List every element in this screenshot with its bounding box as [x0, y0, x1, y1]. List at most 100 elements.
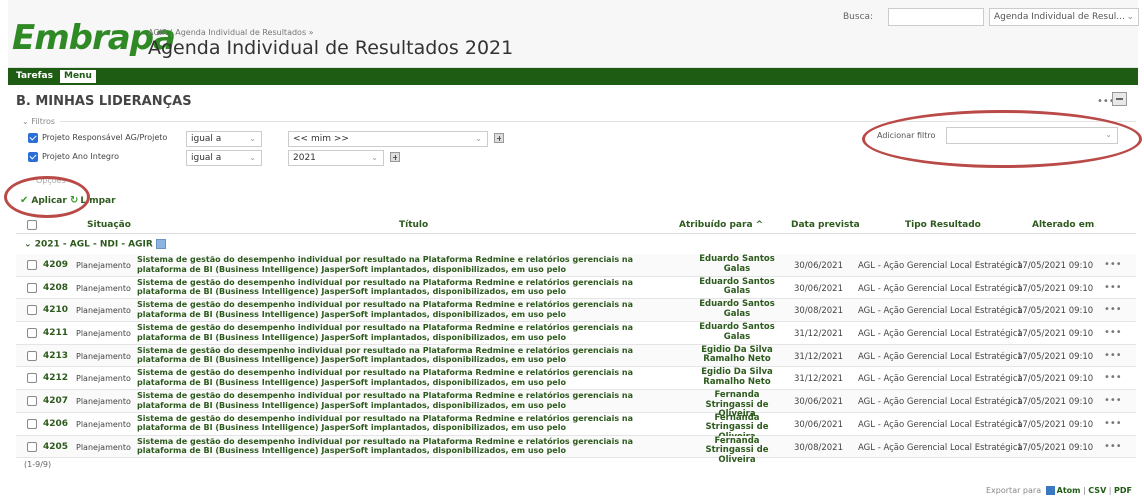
- export-label: Exportar para: [986, 486, 1042, 495]
- filter-ano-value[interactable]: 2021 ⌄: [288, 150, 384, 166]
- col-alterado-em[interactable]: Alterado em: [1032, 220, 1094, 230]
- row-checkbox[interactable]: [27, 441, 37, 452]
- table-row[interactable]: 4205 Planejamento Sistema de gestão do des…: [16, 435, 1136, 464]
- table-row[interactable]: 4206 Planejamento Sistema de gestão do des…: [16, 413, 1136, 441]
- row-actions-icon[interactable]: •••: [1104, 372, 1122, 383]
- tab-tarefas[interactable]: Tarefas: [12, 70, 57, 83]
- filters-legend[interactable]: ⌄ Filtros: [22, 117, 55, 126]
- task-result-type: AGL - Ação Gerencial Local Estratégica: [858, 419, 1023, 430]
- filter-responsavel-operator[interactable]: igual a ⌄: [186, 131, 262, 147]
- task-title-link[interactable]: Sistema de gestão do desempenho individu…: [137, 300, 647, 319]
- add-value-icon[interactable]: [494, 133, 504, 143]
- task-id-link[interactable]: 4205: [43, 442, 68, 452]
- task-due-date: 30/06/2021: [794, 419, 843, 430]
- task-title-link[interactable]: Sistema de gestão do desempenho individu…: [137, 368, 647, 387]
- task-id-link[interactable]: 4213: [43, 351, 68, 361]
- row-actions-icon[interactable]: •••: [1104, 418, 1122, 429]
- filter-responsavel-label: Projeto Responsável AG/Projeto: [42, 133, 168, 142]
- row-actions-icon[interactable]: •••: [1104, 259, 1122, 270]
- task-id-link[interactable]: 4208: [43, 283, 68, 293]
- task-id-link[interactable]: 4206: [43, 419, 68, 429]
- filter-responsavel-value[interactable]: << mim >> ⌄: [288, 131, 488, 147]
- task-id-link[interactable]: 4211: [43, 328, 68, 338]
- col-atribuido[interactable]: Atribuído para ^: [679, 220, 763, 230]
- minimize-icon[interactable]: [1112, 92, 1127, 106]
- table-row[interactable]: 4213 Planejamento Sistema de gestão do des…: [16, 344, 1136, 368]
- row-checkbox[interactable]: [27, 260, 37, 270]
- add-value-icon[interactable]: [390, 152, 400, 162]
- row-checkbox[interactable]: [27, 328, 37, 339]
- task-assignee-link[interactable]: Eduardo Santos Galas: [692, 322, 782, 342]
- col-data-prevista[interactable]: Data prevista: [791, 220, 860, 230]
- task-assignee-link[interactable]: Eduardo Santos Galas: [692, 300, 782, 319]
- task-title-link[interactable]: Sistema de gestão do desempenho individu…: [137, 437, 647, 456]
- col-situacao[interactable]: Situação: [87, 220, 131, 230]
- task-title-link[interactable]: Sistema de gestão do desempenho individu…: [137, 346, 647, 365]
- task-assignee-link[interactable]: Eduardo Santos Galas: [692, 254, 782, 274]
- row-actions-icon[interactable]: •••: [1104, 304, 1122, 315]
- col-titulo[interactable]: Título: [399, 220, 428, 230]
- task-updated-at: 17/05/2021 09:10: [1017, 442, 1094, 453]
- task-due-date: 30/08/2021: [794, 306, 843, 317]
- task-result-type: AGL - Ação Gerencial Local Estratégica: [858, 261, 1023, 271]
- task-id-link[interactable]: 4209: [43, 260, 68, 270]
- task-assignee-link[interactable]: Eduardo Santos Galas: [692, 277, 782, 297]
- table-row[interactable]: 4212 Planejamento Sistema de gestão do des…: [16, 367, 1136, 391]
- table-row[interactable]: 4211 Planejamento Sistema de gestão do des…: [16, 322, 1136, 345]
- task-result-type: AGL - Ação Gerencial Local Estratégica: [858, 329, 1023, 340]
- task-id-link[interactable]: 4210: [43, 305, 68, 315]
- filter-responsavel-operator-value: igual a: [191, 134, 222, 144]
- chevron-down-icon: ⌄: [371, 153, 378, 162]
- row-actions-icon[interactable]: •••: [1104, 282, 1122, 293]
- group-header[interactable]: ⌄ 2021 - AGL - NDI - AGIR: [24, 239, 166, 250]
- filter-responsavel-checkbox[interactable]: [28, 133, 38, 143]
- page-title: Agenda Individual de Resultados 2021: [148, 37, 514, 59]
- task-due-date: 30/06/2021: [794, 261, 843, 271]
- pagination-count: (1-9/9): [24, 460, 52, 469]
- task-assignee-link[interactable]: Egidio Da Silva Ramalho Neto: [692, 368, 782, 387]
- task-assignee-link[interactable]: Fernanda Stringassi de Oliveira: [692, 436, 782, 466]
- row-actions-icon[interactable]: •••: [1104, 350, 1122, 361]
- search-input[interactable]: [888, 8, 984, 26]
- row-checkbox[interactable]: [27, 396, 37, 407]
- row-checkbox[interactable]: [27, 418, 37, 429]
- task-status: Planejamento: [76, 374, 131, 384]
- export-atom-link[interactable]: Atom: [1057, 486, 1081, 495]
- task-updated-at: 17/05/2021 09:10: [1017, 374, 1094, 385]
- task-updated-at: 17/05/2021 09:10: [1017, 306, 1094, 317]
- breadcrumb[interactable]: AGIR | Agenda Individual de Resultados »: [148, 28, 314, 37]
- row-checkbox[interactable]: [27, 282, 37, 293]
- table-row[interactable]: 4209 Planejamento Sistema de gestão do des…: [16, 254, 1136, 277]
- task-updated-at: 17/05/2021 09:10: [1017, 351, 1094, 362]
- col-tipo-resultado[interactable]: Tipo Resultado: [905, 220, 981, 230]
- project-jump-select[interactable]: Agenda Individual de Resul... ⌄: [989, 8, 1139, 26]
- chevron-down-icon: ⌄: [475, 134, 482, 143]
- select-all-checkbox[interactable]: [27, 220, 37, 230]
- row-actions-icon[interactable]: •••: [1104, 441, 1122, 452]
- export-pdf-link[interactable]: PDF: [1114, 486, 1132, 495]
- row-checkbox[interactable]: [27, 305, 37, 316]
- task-title-link[interactable]: Sistema de gestão do desempenho individu…: [137, 278, 647, 297]
- row-checkbox[interactable]: [27, 373, 37, 384]
- filter-ano-operator[interactable]: igual a ⌄: [186, 150, 262, 166]
- table-row[interactable]: 4210 Planejamento Sistema de gestão do des…: [16, 299, 1136, 323]
- task-status: Planejamento: [76, 329, 131, 339]
- task-id-link[interactable]: 4207: [43, 396, 68, 406]
- task-title-link[interactable]: Sistema de gestão do desempenho individu…: [137, 414, 647, 433]
- main-menu-bar: Tarefas Menu: [8, 68, 1138, 85]
- task-title-link[interactable]: Sistema de gestão do desempenho individu…: [137, 323, 647, 342]
- row-checkbox[interactable]: [27, 350, 37, 361]
- tab-menu[interactable]: Menu: [60, 70, 96, 83]
- row-actions-icon[interactable]: •••: [1104, 327, 1122, 338]
- export-csv-link[interactable]: CSV: [1088, 486, 1106, 495]
- task-id-link[interactable]: 4212: [43, 373, 68, 383]
- table-row[interactable]: 4208 Planejamento Sistema de gestão do des…: [16, 277, 1136, 300]
- task-title-link[interactable]: Sistema de gestão do desempenho individu…: [137, 391, 647, 410]
- table-row[interactable]: 4207 Planejamento Sistema de gestão do des…: [16, 390, 1136, 419]
- chevron-down-icon: ⌄: [249, 153, 256, 162]
- task-title-link[interactable]: Sistema de gestão do desempenho individu…: [137, 255, 647, 274]
- row-actions-icon[interactable]: •••: [1104, 395, 1122, 406]
- task-result-type: AGL - Ação Gerencial Local Estratégica: [858, 374, 1023, 385]
- task-assignee-link[interactable]: Egidio Da Silva Ramalho Neto: [692, 345, 782, 365]
- filter-ano-checkbox[interactable]: [28, 152, 38, 162]
